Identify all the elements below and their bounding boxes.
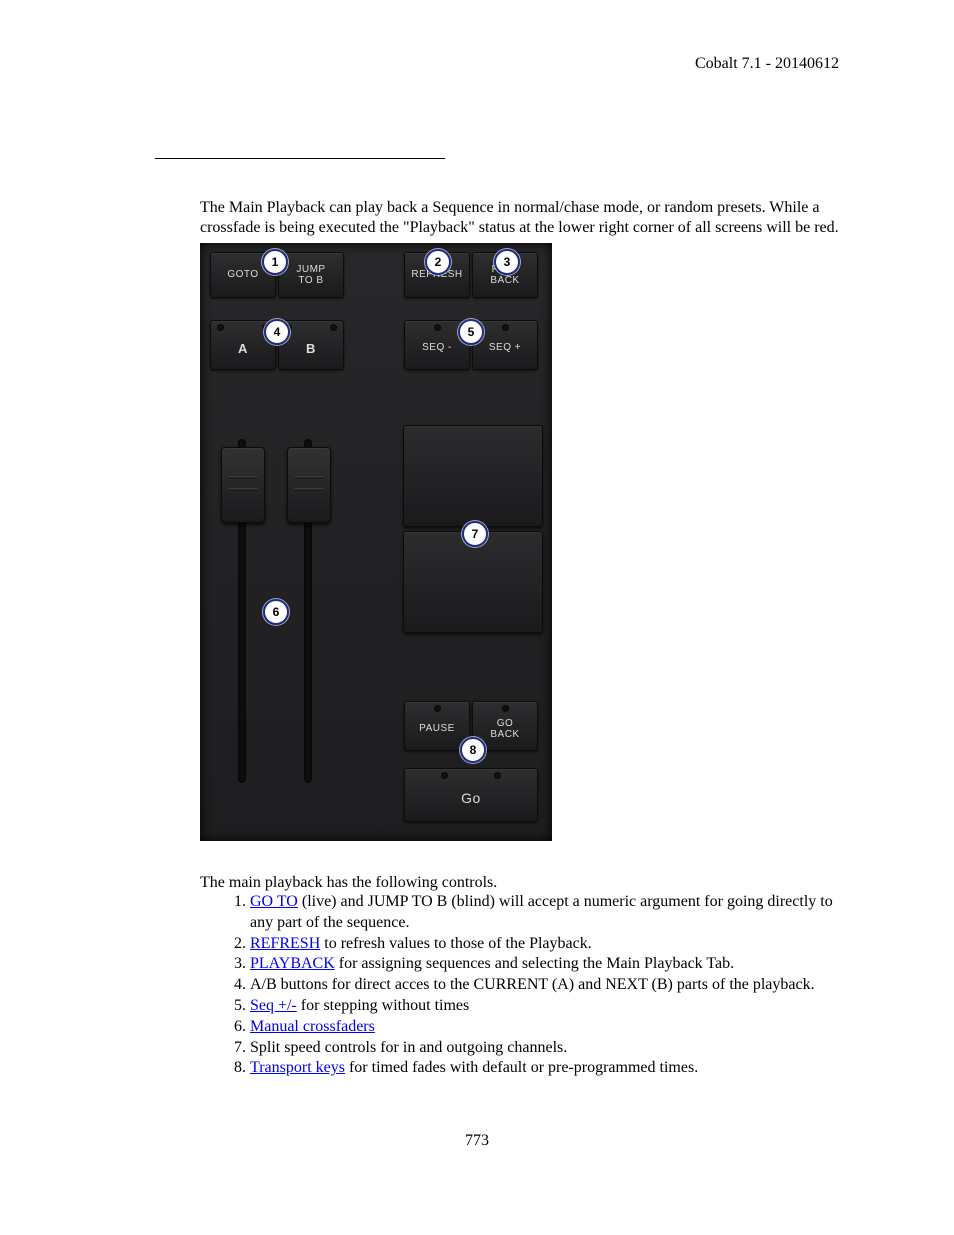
- link-goto[interactable]: GO TO: [250, 893, 298, 910]
- list-text: for stepping without times: [297, 997, 469, 1014]
- fader-cap-a[interactable]: [221, 447, 265, 523]
- fader-cap-b[interactable]: [287, 447, 331, 523]
- list-text: Split speed controls for in and outgoing…: [250, 1039, 567, 1056]
- led-indicator: [217, 324, 224, 331]
- page-header: Cobalt 7.1 - 20140612: [695, 55, 839, 73]
- button-label: GO BACK: [490, 718, 519, 741]
- callout-7: 7: [462, 521, 488, 547]
- list-text: for assigning sequences and selecting th…: [335, 955, 734, 972]
- speed-pad-out[interactable]: [403, 425, 543, 527]
- link-transport[interactable]: Transport keys: [250, 1059, 345, 1076]
- list-item: Seq +/- for stepping without times: [250, 996, 839, 1017]
- led-indicator: [434, 324, 441, 331]
- button-label: PAUSE: [419, 723, 455, 735]
- list-item: REFRESH to refresh values to those of th…: [250, 934, 839, 955]
- led-indicator: [502, 324, 509, 331]
- callout-3: 3: [494, 249, 520, 275]
- controls-list: GO TO (live) and JUMP TO B (blind) will …: [250, 892, 839, 1079]
- link-seq[interactable]: Seq +/-: [250, 997, 297, 1014]
- led-indicator: [502, 705, 509, 712]
- section-divider: [155, 158, 445, 159]
- list-text: to refresh values to those of the Playba…: [320, 935, 591, 952]
- callout-5: 5: [458, 319, 484, 345]
- button-label: A: [238, 342, 248, 357]
- callout-6: 6: [263, 599, 289, 625]
- button-label: B: [306, 342, 316, 357]
- list-text: (live) and JUMP TO B (blind) will accept…: [250, 893, 833, 931]
- list-item: A/B buttons for direct acces to the CURR…: [250, 975, 839, 996]
- callout-4: 4: [264, 319, 290, 345]
- button-label: SEQ +: [489, 342, 521, 354]
- jump-to-b-button[interactable]: JUMP TO B: [278, 252, 344, 298]
- link-playback[interactable]: PLAYBACK: [250, 955, 335, 972]
- callout-2: 2: [425, 249, 451, 275]
- led-indicator: [494, 772, 501, 779]
- go-button[interactable]: Go: [404, 768, 538, 822]
- list-item: Manual crossfaders: [250, 1017, 839, 1038]
- main-playback-figure: GOTO JUMP TO B REFRESH PLAY BACK A B SEQ…: [200, 243, 552, 841]
- list-text: A/B buttons for direct acces to the CURR…: [250, 976, 815, 993]
- link-refresh[interactable]: REFRESH: [250, 935, 320, 952]
- link-crossfaders[interactable]: Manual crossfaders: [250, 1018, 375, 1035]
- led-indicator: [434, 705, 441, 712]
- list-text: for timed fades with default or pre-prog…: [345, 1059, 698, 1076]
- button-label: Go: [461, 790, 481, 806]
- button-label: SEQ -: [422, 342, 452, 354]
- led-indicator: [441, 772, 448, 779]
- list-item: Transport keys for timed fades with defa…: [250, 1058, 839, 1079]
- callout-1: 1: [262, 249, 288, 275]
- caption-paragraph: The main playback has the following cont…: [200, 873, 839, 893]
- callout-8: 8: [460, 737, 486, 763]
- list-item: PLAYBACK for assigning sequences and sel…: [250, 954, 839, 975]
- intro-paragraph: The Main Playback can play back a Sequen…: [200, 198, 839, 238]
- list-item: GO TO (live) and JUMP TO B (blind) will …: [250, 892, 839, 934]
- pause-button[interactable]: PAUSE: [404, 701, 470, 751]
- led-indicator: [330, 324, 337, 331]
- list-item: Split speed controls for in and outgoing…: [250, 1038, 839, 1059]
- page-number: 773: [0, 1132, 954, 1150]
